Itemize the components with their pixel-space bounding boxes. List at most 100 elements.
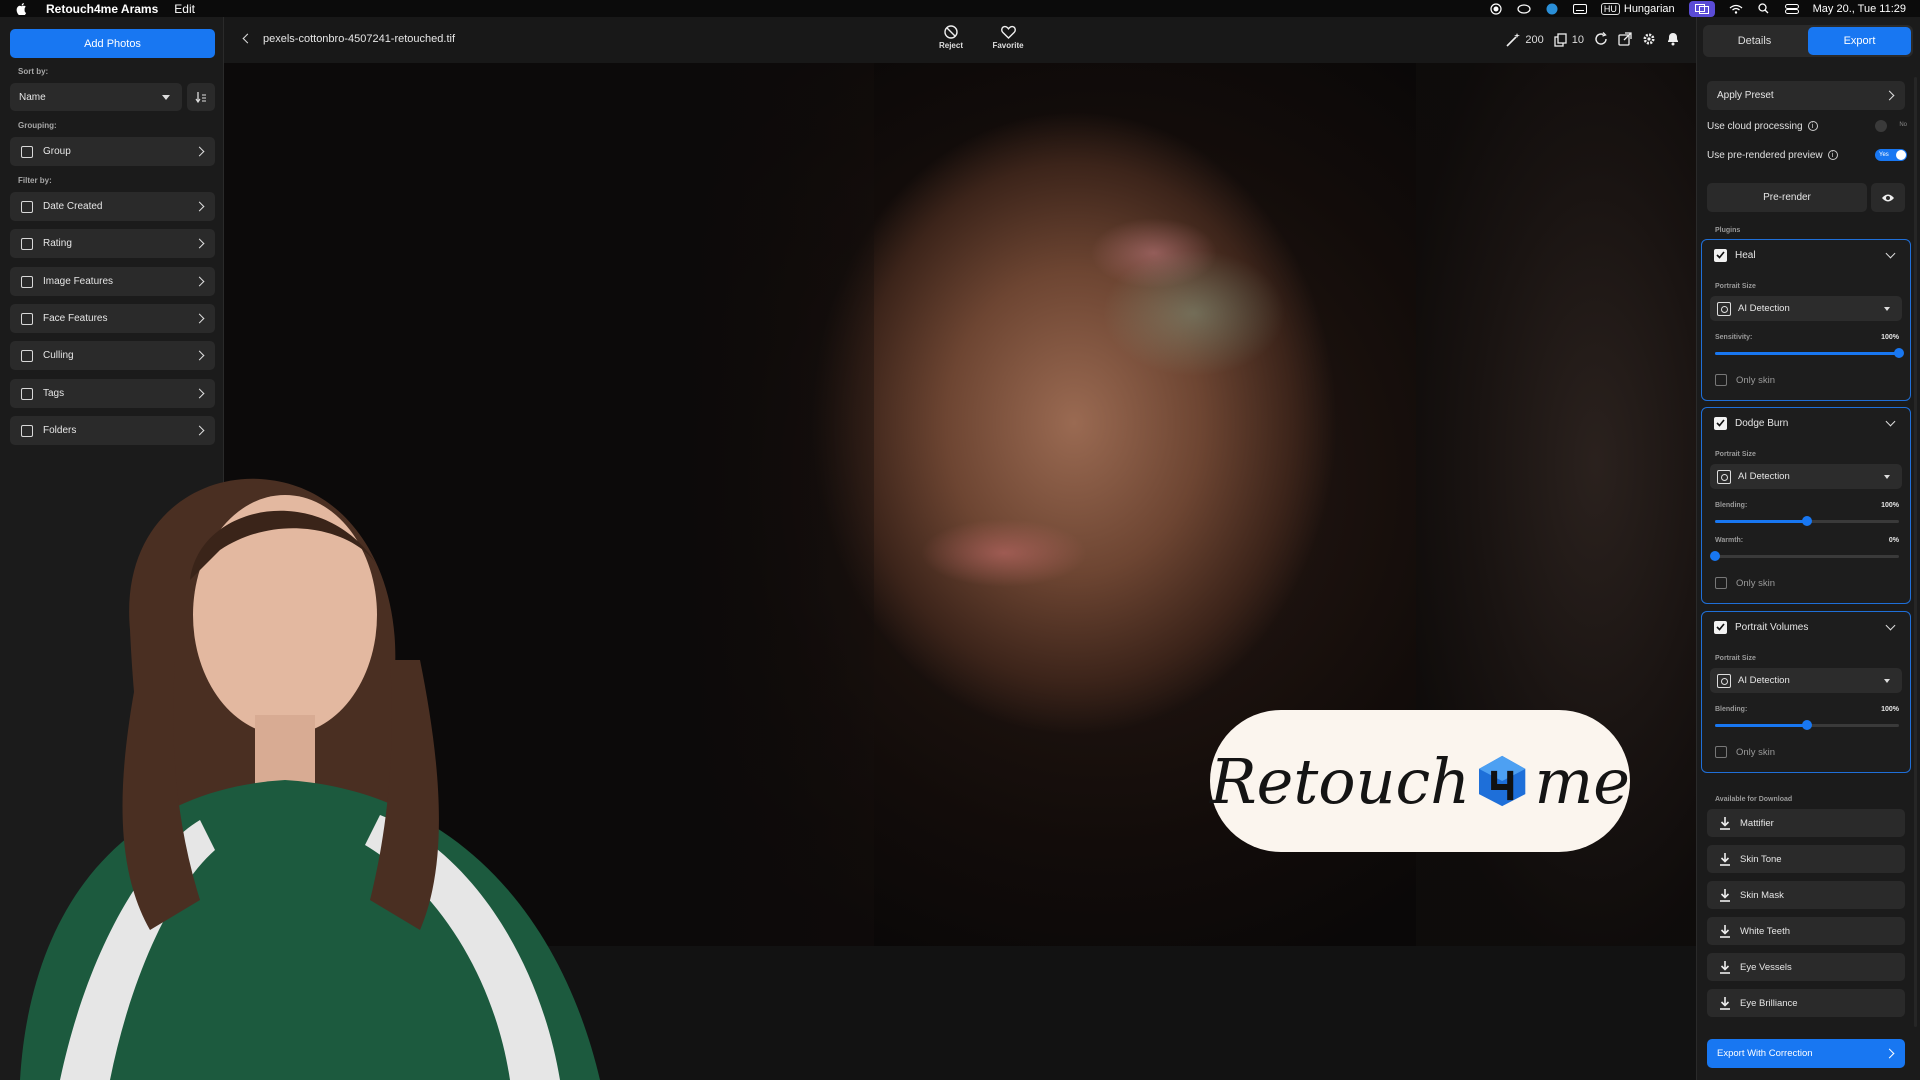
grouping-group-row[interactable]: Group bbox=[10, 137, 215, 166]
only-skin-checkbox[interactable] bbox=[1715, 374, 1727, 386]
right-panel: Details Export Apply Preset Use cloud pr… bbox=[1696, 17, 1920, 1080]
sort-select[interactable]: Name bbox=[10, 83, 182, 111]
download-eye-vessels[interactable]: Eye Vessels bbox=[1707, 953, 1905, 981]
detection-value: AI Detection bbox=[1738, 675, 1790, 686]
slider-thumb[interactable] bbox=[1802, 516, 1812, 526]
only-skin-checkbox[interactable] bbox=[1715, 746, 1727, 758]
tab-export[interactable]: Export bbox=[1808, 27, 1911, 55]
creative-cloud-icon[interactable] bbox=[1517, 3, 1531, 15]
menu-clock[interactable]: May 20., Tue 11:29 bbox=[1813, 3, 1906, 15]
export-with-correction-button[interactable]: Export With Correction bbox=[1707, 1039, 1905, 1068]
chevron-down-icon[interactable] bbox=[1885, 248, 1896, 259]
plugin-enabled-checkbox[interactable] bbox=[1714, 416, 1727, 430]
plugin-enabled-checkbox[interactable] bbox=[1714, 620, 1727, 634]
only-skin-checkbox[interactable] bbox=[1715, 577, 1727, 589]
plugin-header[interactable]: Portrait Volumes bbox=[1702, 612, 1910, 642]
download-skin-mask[interactable]: Skin Mask bbox=[1707, 881, 1905, 909]
slider-value: 100% bbox=[1881, 334, 1899, 341]
control-center-icon[interactable] bbox=[1784, 3, 1799, 15]
slider-thumb[interactable] bbox=[1894, 348, 1904, 358]
credits-counter[interactable]: 200 bbox=[1505, 32, 1544, 48]
download-white-teeth[interactable]: White Teeth bbox=[1707, 917, 1905, 945]
info-icon[interactable]: i bbox=[1807, 121, 1818, 131]
detection-select[interactable]: AI Detection bbox=[1710, 296, 1902, 321]
chevron-down-icon[interactable] bbox=[1885, 416, 1896, 427]
filter-checkbox[interactable] bbox=[21, 312, 33, 325]
chevron-down-icon[interactable] bbox=[1885, 620, 1896, 631]
keyboard-icon[interactable] bbox=[1572, 3, 1587, 15]
tab-details[interactable]: Details bbox=[1703, 25, 1806, 57]
filter-tags[interactable]: Tags bbox=[10, 379, 215, 408]
download-skin-tone[interactable]: Skin Tone bbox=[1707, 845, 1905, 873]
filter-image-features[interactable]: Image Features bbox=[10, 267, 215, 296]
slider-thumb[interactable] bbox=[1710, 551, 1720, 561]
filter-label: Date Created bbox=[43, 201, 103, 212]
wifi-icon[interactable] bbox=[1729, 3, 1743, 15]
plugin-enabled-checkbox[interactable] bbox=[1714, 248, 1727, 262]
gear-icon[interactable] bbox=[1642, 32, 1656, 49]
apply-preset-label: Apply Preset bbox=[1717, 90, 1774, 101]
bell-icon[interactable] bbox=[1666, 31, 1680, 49]
group-checkbox[interactable] bbox=[21, 145, 33, 158]
panel-scrollbar[interactable] bbox=[1914, 77, 1917, 1027]
blending-slider[interactable] bbox=[1715, 516, 1899, 526]
download-mattifier[interactable]: Mattifier bbox=[1707, 809, 1905, 837]
app-menu-name[interactable]: Retouch4me Arams bbox=[46, 2, 158, 16]
only-skin-option[interactable]: Only skin bbox=[1715, 746, 1775, 758]
filter-rating[interactable]: Rating bbox=[10, 229, 215, 258]
reject-button[interactable]: Reject bbox=[931, 25, 971, 50]
info-icon[interactable]: i bbox=[1827, 150, 1838, 160]
chevron-right-icon bbox=[194, 350, 205, 361]
prerendered-preview-toggle[interactable]: Yes bbox=[1875, 149, 1907, 161]
cloud-processing-toggle[interactable]: No bbox=[1875, 120, 1907, 132]
sort-order-button[interactable] bbox=[187, 83, 215, 111]
filter-face-features[interactable]: Face Features bbox=[10, 304, 215, 333]
export-settings-scroll[interactable]: Apply Preset Use cloud processing i No U… bbox=[1697, 67, 1920, 1030]
filter-checkbox[interactable] bbox=[21, 275, 33, 288]
refresh-icon[interactable] bbox=[1594, 31, 1608, 49]
stack-counter[interactable]: 10 bbox=[1554, 33, 1584, 47]
only-skin-option[interactable]: Only skin bbox=[1715, 374, 1775, 386]
plugin-header[interactable]: Heal bbox=[1702, 240, 1910, 270]
download-eye-brilliance[interactable]: Eye Brilliance bbox=[1707, 989, 1905, 1017]
download-label: Skin Mask bbox=[1740, 889, 1784, 901]
plugin-header[interactable]: Dodge Burn bbox=[1702, 408, 1910, 438]
filter-label: Culling bbox=[43, 350, 74, 361]
retouch-app-icon[interactable] bbox=[1545, 3, 1559, 15]
back-chevron-icon[interactable] bbox=[242, 33, 253, 44]
slider-thumb[interactable] bbox=[1802, 720, 1812, 730]
detection-select[interactable]: AI Detection bbox=[1710, 668, 1902, 693]
only-skin-option[interactable]: Only skin bbox=[1715, 577, 1775, 589]
blending-slider[interactable] bbox=[1715, 720, 1899, 730]
open-external-icon[interactable] bbox=[1618, 31, 1632, 49]
filter-checkbox[interactable] bbox=[21, 387, 33, 400]
preview-toggle-button[interactable] bbox=[1871, 183, 1905, 212]
stack-icon bbox=[1554, 33, 1567, 47]
apple-icon[interactable] bbox=[14, 2, 28, 16]
filter-checkbox[interactable] bbox=[21, 424, 33, 437]
edit-menu[interactable]: Edit bbox=[174, 2, 195, 16]
sensitivity-slider[interactable] bbox=[1715, 348, 1904, 358]
input-source[interactable]: HU Hungarian bbox=[1600, 2, 1675, 15]
filter-checkbox[interactable] bbox=[21, 200, 33, 213]
chevron-right-icon bbox=[1884, 90, 1895, 101]
plugin-dodge-burn: Dodge Burn Portrait Size AI Detection Bl… bbox=[1701, 407, 1911, 604]
record-icon[interactable] bbox=[1489, 2, 1503, 15]
screen-mirroring-icon[interactable] bbox=[1688, 0, 1715, 17]
apply-preset-button[interactable]: Apply Preset bbox=[1707, 81, 1905, 110]
favorite-button[interactable]: Favorite bbox=[988, 25, 1028, 50]
chevron-down-icon bbox=[162, 94, 170, 100]
cloud-processing-label: Use cloud processing bbox=[1707, 120, 1803, 132]
pre-render-button[interactable]: Pre-render bbox=[1707, 183, 1867, 212]
filter-folders[interactable]: Folders bbox=[10, 416, 215, 445]
filter-culling[interactable]: Culling bbox=[10, 341, 215, 370]
warmth-slider[interactable] bbox=[1710, 551, 1899, 561]
filter-date-created[interactable]: Date Created bbox=[10, 192, 215, 221]
reject-label: Reject bbox=[938, 41, 963, 50]
filter-checkbox[interactable] bbox=[21, 237, 33, 250]
add-photos-button[interactable]: Add Photos bbox=[10, 29, 215, 58]
spotlight-search-icon[interactable] bbox=[1757, 3, 1771, 15]
detection-select[interactable]: AI Detection bbox=[1710, 464, 1902, 489]
filter-checkbox[interactable] bbox=[21, 349, 33, 362]
detection-value: AI Detection bbox=[1738, 303, 1790, 314]
